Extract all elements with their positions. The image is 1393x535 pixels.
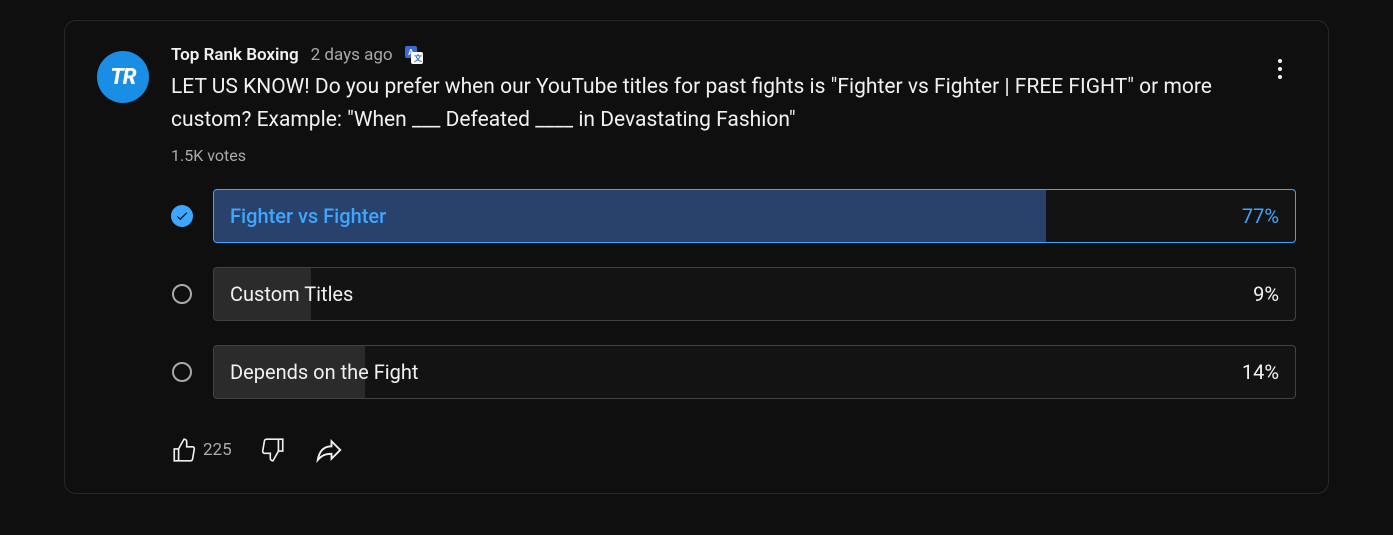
radio-selected-icon bbox=[171, 205, 193, 227]
more-vertical-icon bbox=[1278, 59, 1282, 79]
like-count: 225 bbox=[203, 440, 232, 460]
channel-avatar[interactable]: TR bbox=[97, 51, 149, 103]
poll-option-percent: 14% bbox=[1242, 360, 1279, 384]
dislike-button[interactable] bbox=[260, 437, 286, 463]
poll-options: Fighter vs Fighter 77% Custom Titles bbox=[171, 189, 1296, 399]
post-timestamp[interactable]: 2 days ago bbox=[311, 45, 393, 65]
poll-option-label: Fighter vs Fighter bbox=[230, 204, 386, 228]
poll-option[interactable]: Custom Titles 9% bbox=[171, 267, 1296, 321]
poll-option-percent: 77% bbox=[1242, 204, 1279, 228]
poll-bar: Fighter vs Fighter 77% bbox=[213, 189, 1296, 243]
thumbs-up-icon bbox=[171, 437, 197, 463]
poll-option[interactable]: Fighter vs Fighter 77% bbox=[171, 189, 1296, 243]
poll-option[interactable]: Depends on the Fight 14% bbox=[171, 345, 1296, 399]
thumbs-down-icon bbox=[260, 437, 286, 463]
radio-unselected-icon bbox=[171, 361, 193, 383]
community-post-card: TR Top Rank Boxing 2 days ago A 文 LET US… bbox=[64, 20, 1329, 494]
poll-option-percent: 9% bbox=[1253, 282, 1279, 306]
channel-name-link[interactable]: Top Rank Boxing bbox=[171, 45, 299, 65]
share-button[interactable] bbox=[314, 435, 344, 465]
more-actions-button[interactable] bbox=[1260, 49, 1300, 89]
poll-bar: Depends on the Fight 14% bbox=[213, 345, 1296, 399]
avatar-initials: TR bbox=[110, 65, 135, 90]
post-actions: 225 bbox=[171, 435, 1296, 465]
poll-bar: Custom Titles 9% bbox=[213, 267, 1296, 321]
share-icon bbox=[314, 435, 344, 465]
poll-option-label: Depends on the Fight bbox=[230, 360, 418, 384]
translate-icon[interactable]: A 文 bbox=[405, 46, 423, 64]
svg-text:文: 文 bbox=[414, 53, 423, 63]
like-button[interactable]: 225 bbox=[171, 437, 232, 463]
radio-unselected-icon bbox=[171, 283, 193, 305]
votes-count: 1.5K votes bbox=[171, 146, 1296, 165]
post-text: LET US KNOW! Do you prefer when our YouT… bbox=[171, 71, 1296, 136]
poll-option-label: Custom Titles bbox=[230, 282, 353, 306]
